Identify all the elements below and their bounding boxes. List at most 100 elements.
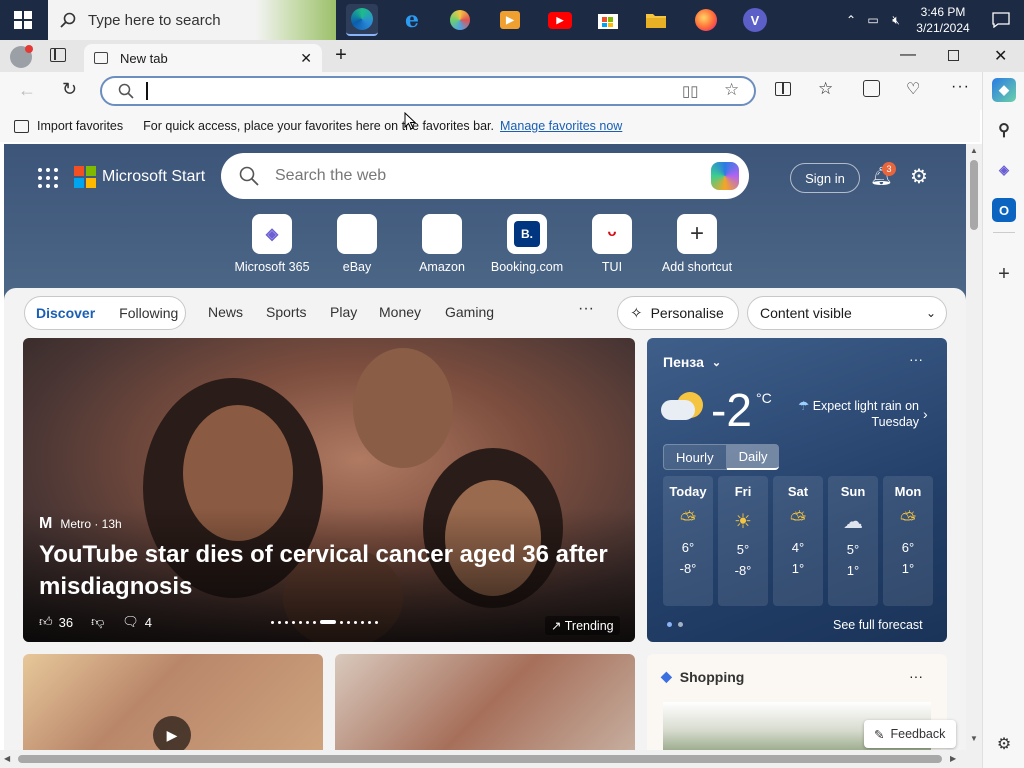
nav-news[interactable]: News [208,304,243,320]
edge-icon[interactable] [346,4,378,36]
browser-essentials-icon[interactable]: ♡ [906,79,920,99]
profile-alert-dot [25,45,33,53]
back-arrow-icon[interactable]: ← [18,80,36,101]
forecast-day[interactable]: Fri ☀︎ 5° -8° [718,476,768,606]
shopping-more-icon[interactable]: ··· [909,668,923,684]
weather-card[interactable]: Пенза ⌄ ··· -2 °C ☂ Expect light rain on… [647,338,947,642]
taskbar-search-box[interactable]: Type here to search [48,0,336,40]
close-window-icon[interactable]: ✕ [994,46,1007,66]
notifications-icon[interactable] [978,12,1024,28]
media-player-icon[interactable]: ▶ [494,4,526,36]
paint-icon[interactable] [444,4,476,36]
shortcut-booking[interactable]: B. Booking.com [482,214,572,274]
microsoft-start-logo[interactable]: Microsoft Start [74,166,205,188]
add-shortcut-button[interactable]: + Add shortcut [652,214,742,274]
split-screen-icon[interactable] [775,82,791,96]
profile-avatar[interactable] [10,45,33,68]
favorite-star-icon[interactable]: ☆ [724,80,739,100]
scroll-left-icon[interactable]: ◀ [4,754,10,763]
weather-more-icon[interactable]: ··· [909,351,923,367]
article-card[interactable] [335,654,635,750]
nav-gaming[interactable]: Gaming [445,304,494,320]
carousel-dots[interactable] [271,620,378,624]
collections-icon[interactable] [863,80,880,97]
see-full-forecast-link[interactable]: See full forecast [833,618,923,632]
tab-discover[interactable]: Discover [36,305,95,321]
scroll-up-icon[interactable]: ▲ [970,146,978,155]
start-button[interactable] [0,0,46,40]
nav-more-icon[interactable]: ··· [578,300,594,318]
new-tab-button[interactable]: + [330,44,352,68]
feedback-button[interactable]: ✎ Feedback [864,720,956,748]
nav-money[interactable]: Money [379,304,421,320]
nav-play[interactable]: Play [330,304,357,320]
hero-article-card[interactable]: M Metro · 13h YouTube star dies of cervi… [23,338,635,642]
tab-following[interactable]: Following [119,305,178,321]
network-icon[interactable]: ▭ [862,13,884,27]
firefox-icon[interactable] [690,4,722,36]
minimize-icon[interactable]: — [900,46,916,64]
scroll-right-icon[interactable]: ▶ [950,754,956,763]
more-menu-icon[interactable]: ··· [951,78,970,96]
horizontal-scroll-thumb[interactable] [18,755,942,763]
copilot-icon[interactable] [711,162,739,190]
profile-v-icon[interactable]: V [739,4,771,36]
manage-favorites-link[interactable]: Manage favorites now [500,119,622,133]
shortcut-microsoft-365[interactable]: ◈ Microsoft 365 [227,214,317,274]
microsoft-365-icon[interactable]: ◈ [992,158,1016,182]
chevron-up-icon[interactable]: ⌃ [840,13,862,27]
close-tab-icon[interactable]: ✕ [300,50,312,67]
content-visibility-dropdown[interactable]: Content visible ⌄ [747,296,947,330]
video-article-card[interactable]: ▶ [23,654,323,750]
store-icon[interactable] [592,4,624,36]
nav-sports[interactable]: Sports [266,304,306,320]
search-icon[interactable]: ⚲ [992,118,1016,142]
tab-new-tab[interactable]: New tab ✕ [84,44,322,72]
shortcut-tui[interactable]: ᵕ TUI [567,214,657,274]
play-icon[interactable]: ▶ [153,716,191,750]
vertical-scrollbar[interactable]: ▲ ▼ [966,144,982,750]
comment-icon[interactable]: 🗨︎ [122,614,139,630]
address-bar[interactable]: ▯▯ ☆ [100,76,756,106]
restore-icon[interactable] [948,50,959,61]
copilot-icon[interactable]: ◆ [992,78,1016,102]
import-favorites-link[interactable]: Import favorites [37,119,123,133]
forecast-summary[interactable]: ☂ Expect light rain on Tuesday [793,398,919,430]
article-headline[interactable]: YouTube star dies of cervical cancer age… [39,539,619,603]
forecast-day[interactable]: Sun ☁︎ 5° 1° [828,476,878,606]
thumbs-down-icon[interactable]: 👎︎ [91,614,104,630]
web-search-box[interactable]: Search the web [221,153,749,199]
bell-icon[interactable]: 🔔︎ 3 [870,162,896,187]
forecast-day[interactable]: Sat ⛅︎ 4° 1° [773,476,823,606]
add-sidebar-app-icon[interactable]: + [992,262,1016,286]
sidebar-settings-icon[interactable]: ⚙ [992,732,1016,756]
ie-icon[interactable]: e [396,4,428,36]
weather-location[interactable]: Пенза ⌄ [663,354,721,370]
page-settings-icon[interactable]: ⚙ [910,164,928,189]
article-source[interactable]: M Metro · 13h [39,515,122,533]
tab-actions-icon[interactable] [50,48,66,62]
immersive-reader-icon[interactable]: ▯▯ [682,82,699,100]
app-launcher-icon[interactable] [38,168,58,188]
vertical-scroll-thumb[interactable] [970,160,978,230]
clock[interactable]: 3:46 PM 3/21/2024 [908,4,978,36]
forecast-day[interactable]: Mon ⛅︎ 6° 1° [883,476,933,606]
youtube-icon[interactable]: ▶ [544,4,576,36]
daily-tab[interactable]: Daily [726,444,780,470]
outlook-icon[interactable]: O [992,198,1016,222]
horizontal-scrollbar[interactable]: ◀ ▶ [0,750,982,768]
favorites-icon[interactable]: ☆ [818,79,833,99]
shortcut-ebay[interactable]: 🛍 eBay [312,214,402,274]
weather-page-dots[interactable] [667,622,683,627]
hourly-tab[interactable]: Hourly [663,444,727,470]
chevron-right-icon[interactable]: › [923,406,928,422]
file-explorer-icon[interactable] [640,4,672,36]
personalise-button[interactable]: ✧ Personalise [617,296,739,330]
thumbs-up-icon[interactable]: 👍︎ [39,614,53,630]
shortcut-amazon[interactable]: a Amazon [397,214,487,274]
forecast-day[interactable]: Today ⛅︎ 6° -8° [663,476,713,606]
sign-in-button[interactable]: Sign in [790,163,860,193]
volume-muted-icon[interactable]: 🔇︎ [884,13,908,28]
refresh-icon[interactable]: ↻ [62,79,77,100]
scroll-down-icon[interactable]: ▼ [970,734,978,743]
